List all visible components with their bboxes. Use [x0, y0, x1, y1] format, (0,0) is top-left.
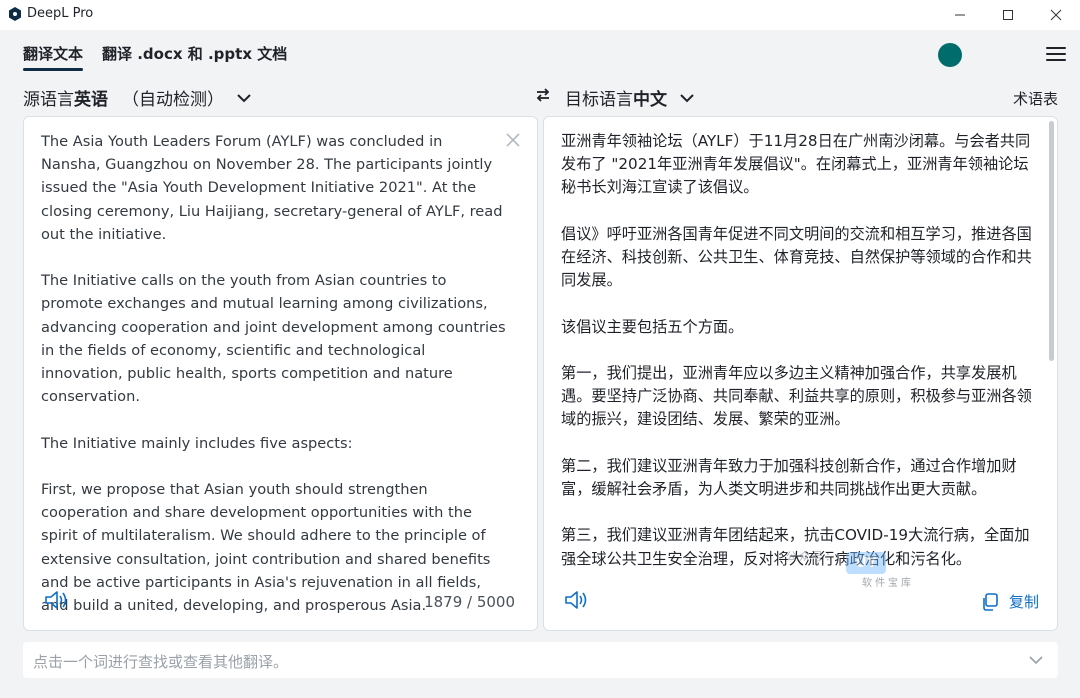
- minimize-icon: [955, 14, 965, 16]
- target-language-prefix: 目标语言: [565, 90, 633, 110]
- watermark-logo: UY: [846, 552, 886, 574]
- maximize-button[interactable]: [985, 0, 1031, 30]
- translation-output[interactable]: 亚洲青年领袖论坛（AYLF）于11月28日在广州南沙闭幕。与会者共同发布了 "2…: [561, 130, 1041, 571]
- speaker-icon[interactable]: [44, 589, 70, 611]
- close-icon: [1050, 9, 1062, 21]
- menu-icon[interactable]: [1046, 47, 1066, 63]
- swap-languages-icon[interactable]: [535, 87, 551, 103]
- watermark-text: 公众号：: [786, 550, 838, 563]
- tab-translate-documents[interactable]: 翻译 .docx 和 .pptx 文档: [102, 43, 287, 64]
- source-language-name: 英语: [74, 90, 108, 110]
- chevron-down-icon: [680, 93, 694, 102]
- top-nav: 翻译文本 翻译 .docx 和 .pptx 文档: [0, 30, 1080, 80]
- dictionary-bar[interactable]: 点击一个词进行查找或查看其他翻译。: [23, 642, 1058, 678]
- clear-text-icon[interactable]: [506, 133, 520, 147]
- character-count: 1879 / 5000: [424, 593, 515, 611]
- dictionary-placeholder: 点击一个词进行查找或查看其他翻译。: [33, 653, 289, 671]
- close-button[interactable]: [1033, 0, 1079, 30]
- tab-translate-text[interactable]: 翻译文本: [23, 43, 84, 71]
- copy-label: 复制: [1009, 593, 1040, 611]
- speaker-icon[interactable]: [564, 589, 590, 611]
- avatar[interactable]: [938, 43, 962, 67]
- minimize-button[interactable]: [937, 0, 983, 30]
- auto-detect-label: （自动检测）: [122, 90, 224, 110]
- copy-button[interactable]: 复制: [981, 591, 1039, 612]
- deepl-logo-icon: [9, 7, 21, 21]
- scrollbar[interactable]: [1049, 121, 1054, 361]
- target-language-selector[interactable]: 目标语言 中文: [565, 85, 695, 110]
- copy-icon: [983, 592, 998, 611]
- glossary-button[interactable]: 术语表: [1013, 88, 1058, 109]
- maximize-icon: [1003, 10, 1013, 20]
- source-panel: The Asia Youth Leaders Forum (AYLF) was …: [23, 116, 538, 631]
- chevron-down-icon[interactable]: [1028, 652, 1044, 668]
- watermark-subtext: 软件宝库: [862, 578, 914, 589]
- window-title: DeepL Pro: [27, 6, 94, 21]
- title-bar: DeepL Pro: [0, 0, 1080, 30]
- chevron-down-icon: [237, 93, 251, 102]
- source-text-input[interactable]: The Asia Youth Leaders Forum (AYLF) was …: [41, 130, 506, 617]
- source-language-prefix: 源语言: [23, 90, 74, 110]
- source-language-selector[interactable]: 源语言 英语 （自动检测）: [23, 85, 252, 110]
- target-language-name: 中文: [633, 90, 667, 110]
